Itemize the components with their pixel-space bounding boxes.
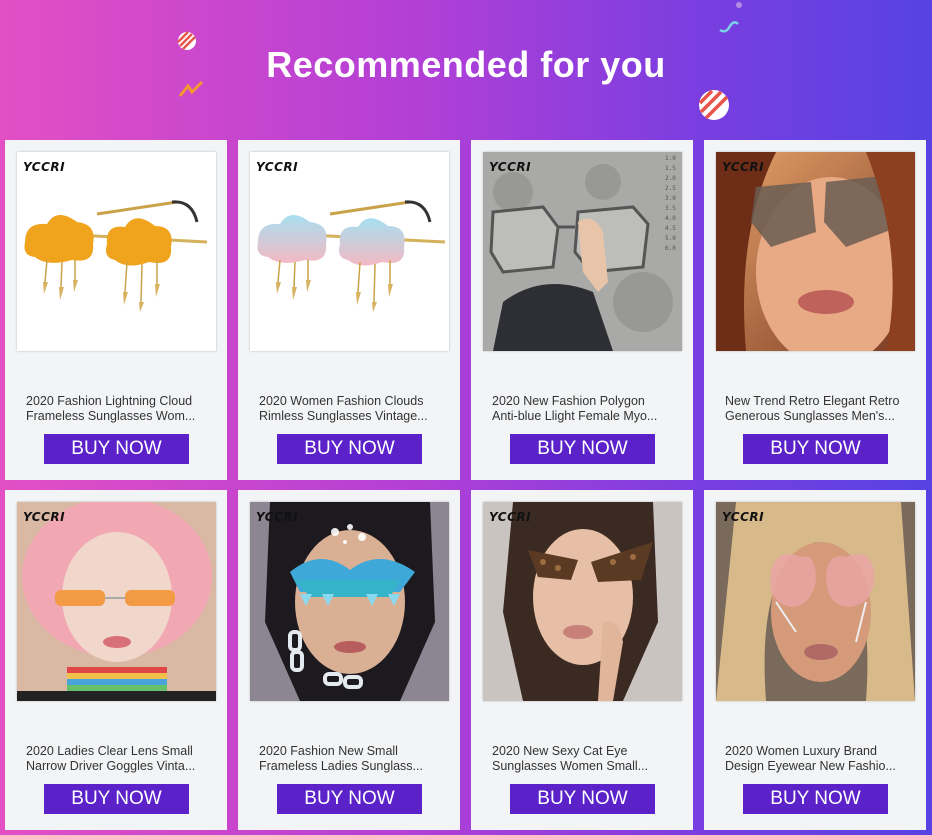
product-card[interactable]: YCCRI New Trend Retro Elegant Retro Gene… <box>704 140 926 480</box>
buy-now-button[interactable]: BUY NOW <box>44 784 189 814</box>
product-name[interactable]: 2020 Ladies Clear Lens Small Narrow Driv… <box>26 744 210 774</box>
svg-text:1.5: 1.5 <box>665 165 676 172</box>
product-card[interactable]: YCCRI 2020 Women Fashion Clouds Rimless … <box>238 140 460 480</box>
header-banner: Recommended for you <box>0 0 932 135</box>
product-name-line: Generous Sunglasses Men's... <box>725 409 895 423</box>
svg-text:4.0: 4.0 <box>665 215 676 222</box>
product-name-line: Sunglasses Women Small... <box>492 759 649 773</box>
brand-logo: YCCRI <box>489 160 532 174</box>
product-card[interactable]: YCCRI 2020 Fashion Lightning Cloud Frame… <box>5 140 227 480</box>
striped-ball-decoration <box>698 89 729 120</box>
product-name-line: 2020 Ladies Clear Lens Small <box>26 744 193 758</box>
product-name-line: 2020 Women Luxury Brand <box>725 744 877 758</box>
buy-now-button[interactable]: BUY NOW <box>743 784 888 814</box>
product-image[interactable]: 1.0 1.5 2.0 2.5 3.0 3.5 4.0 4.5 5.0 6.0 YCCRI <box>483 152 682 351</box>
brand-logo: YCCRI <box>256 160 299 174</box>
product-card[interactable]: YCCRI 2020 Fashion New Small Frameless L… <box>238 490 460 830</box>
product-name-line: Anti-blue Llight Female Myo... <box>492 409 658 423</box>
product-card[interactable]: YCCRI 2020 Women Luxury Brand Design Eye… <box>704 490 926 830</box>
striped-ball-decoration <box>177 31 196 50</box>
buy-now-button[interactable]: BUY NOW <box>510 784 655 814</box>
svg-text:1.0: 1.0 <box>665 155 676 162</box>
product-image[interactable]: YCCRI <box>250 152 449 351</box>
brand-logo: YCCRI <box>722 510 765 524</box>
confetti-decoration <box>719 2 742 33</box>
product-name-line: 2020 Fashion New Small <box>259 744 398 758</box>
zigzag-decoration <box>178 80 204 97</box>
brand-logo: YCCRI <box>722 160 765 174</box>
svg-text:6.0: 6.0 <box>665 245 676 252</box>
product-name[interactable]: 2020 Fashion New Small Frameless Ladies … <box>259 744 443 774</box>
brand-logo: YCCRI <box>256 510 299 524</box>
product-image[interactable]: YCCRI <box>17 152 216 351</box>
brand-logo: YCCRI <box>23 160 66 174</box>
product-name[interactable]: 2020 Fashion Lightning Cloud Frameless S… <box>26 394 210 424</box>
product-name-line: Frameless Ladies Sunglass... <box>259 759 423 773</box>
product-name-line: Design Eyewear New Fashio... <box>725 759 896 773</box>
product-card[interactable]: YCCRI 2020 Ladies Clear Lens Small Narro… <box>5 490 227 830</box>
brand-logo: YCCRI <box>489 510 532 524</box>
product-name-line: 2020 Fashion Lightning Cloud <box>26 394 193 408</box>
buy-now-button[interactable]: BUY NOW <box>277 434 422 464</box>
product-card[interactable]: 1.0 1.5 2.0 2.5 3.0 3.5 4.0 4.5 5.0 6.0 YCCRI 202… <box>471 140 693 480</box>
product-name-line: 2020 New Fashion Polygon <box>492 394 645 408</box>
svg-text:2.5: 2.5 <box>665 185 676 192</box>
page-title: Recommended for you <box>266 44 666 85</box>
buy-now-button[interactable]: BUY NOW <box>44 434 189 464</box>
product-image[interactable]: YCCRI <box>716 152 915 351</box>
product-name-line: Rimless Sunglasses Vintage... <box>259 409 428 423</box>
product-name-line: Frameless Sunglasses Wom... <box>26 409 196 423</box>
svg-text:3.5: 3.5 <box>665 205 676 212</box>
svg-text:4.5: 4.5 <box>665 225 676 232</box>
product-name[interactable]: 2020 New Fashion Polygon Anti-blue Lligh… <box>492 394 676 424</box>
svg-text:2.0: 2.0 <box>665 175 676 182</box>
buy-now-button[interactable]: BUY NOW <box>277 784 422 814</box>
product-name[interactable]: New Trend Retro Elegant Retro Generous S… <box>725 394 909 424</box>
product-name[interactable]: 2020 Women Luxury Brand Design Eyewear N… <box>725 744 909 774</box>
buy-now-button[interactable]: BUY NOW <box>743 434 888 464</box>
product-name-line: New Trend Retro Elegant Retro <box>725 394 900 408</box>
product-image[interactable]: YCCRI <box>250 502 449 701</box>
product-name[interactable]: 2020 New Sexy Cat Eye Sunglasses Women S… <box>492 744 676 774</box>
product-image[interactable]: YCCRI <box>716 502 915 701</box>
product-image[interactable]: YCCRI <box>17 502 216 701</box>
product-name-line: 2020 New Sexy Cat Eye <box>492 744 628 758</box>
svg-text:5.0: 5.0 <box>665 235 676 242</box>
product-name[interactable]: 2020 Women Fashion Clouds Rimless Sungla… <box>259 394 443 424</box>
product-card[interactable]: YCCRI 2020 New Sexy Cat Eye Sunglasses W… <box>471 490 693 830</box>
buy-now-button[interactable]: BUY NOW <box>510 434 655 464</box>
product-image[interactable]: YCCRI <box>483 502 682 701</box>
svg-text:3.0: 3.0 <box>665 195 676 202</box>
product-name-line: 2020 Women Fashion Clouds <box>259 394 424 408</box>
brand-logo: YCCRI <box>23 510 66 524</box>
product-name-line: Narrow Driver Goggles Vinta... <box>26 759 196 773</box>
